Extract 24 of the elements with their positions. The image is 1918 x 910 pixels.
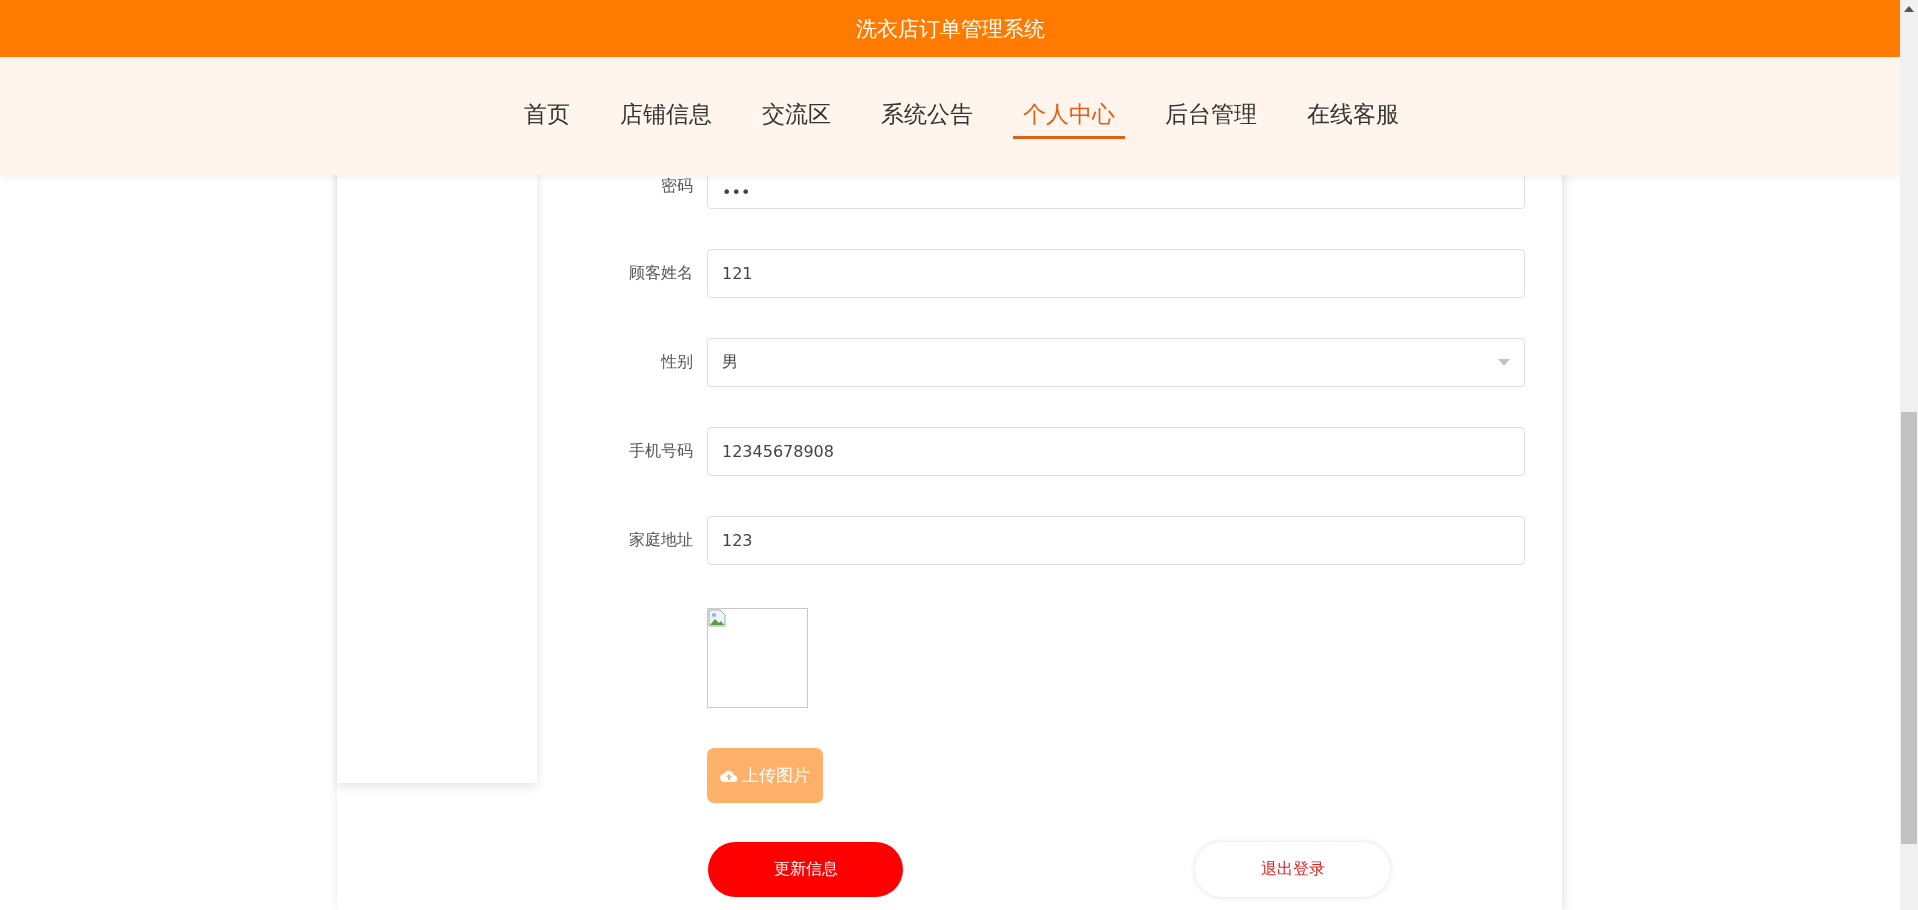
update-button[interactable]: 更新信息 [708,842,903,897]
logout-button[interactable]: 退出登录 [1195,842,1390,897]
input-field[interactable]: 123 [707,515,1525,565]
broken-image-icon [708,609,726,627]
nav-item[interactable]: 系统公告 [870,93,983,139]
input-field[interactable]: ••• [707,176,1525,209]
scrollbar[interactable] [1900,0,1918,910]
nav-item[interactable]: 在线客服 [1296,93,1409,139]
nav-item[interactable]: 店铺信息 [609,93,722,139]
caret-icon [1498,358,1510,366]
input-field[interactable]: 12345678908 [707,426,1525,476]
field-label: 性别 [659,351,694,373]
scroll-up-arrow-icon[interactable] [1904,6,1914,12]
field-label: 顾客姓名 [628,262,694,284]
field-label: 密码 [660,176,694,197]
nav-item[interactable]: 后台管理 [1154,93,1267,139]
field-label: 手机号码 [628,440,694,462]
app-title: 洗衣店订单管理系统 [855,15,1045,43]
nav-item[interactable]: 首页 [513,93,580,139]
input-field[interactable]: 121 [707,248,1525,298]
field-label: 家庭地址 [628,529,694,551]
nav-item[interactable]: 交流区 [751,93,841,139]
upload-cloud-icon [720,768,738,783]
select-field[interactable]: 男 [707,337,1525,387]
